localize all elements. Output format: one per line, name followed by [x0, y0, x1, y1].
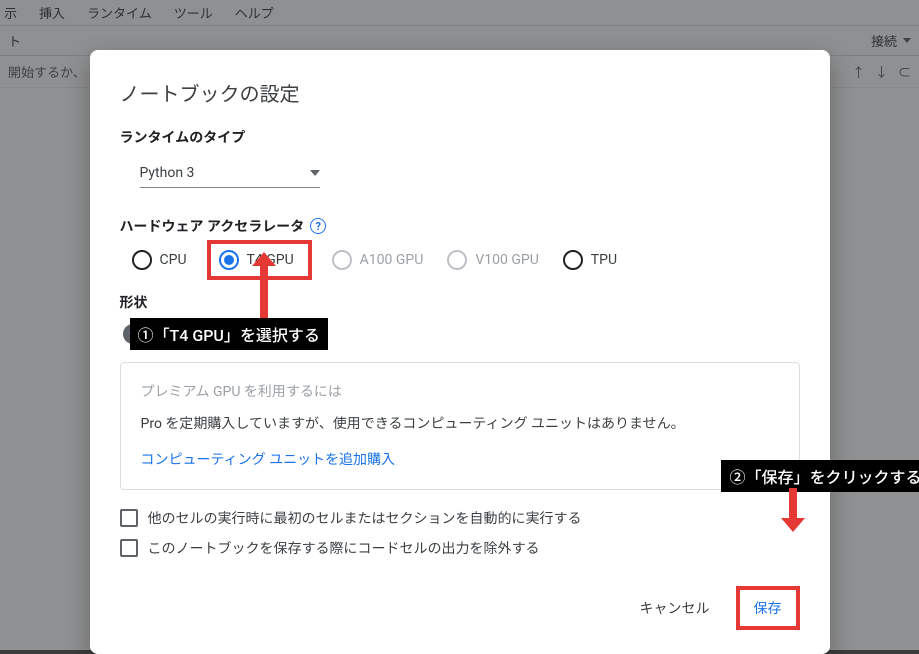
- radio-cpu[interactable]: CPU: [132, 250, 187, 270]
- dialog-title: ノートブックの設定: [120, 78, 800, 107]
- radio-icon: [219, 250, 239, 270]
- save-button[interactable]: 保存: [736, 586, 800, 630]
- checkbox-label: このノートブックを保存する際にコードセルの出力を除外する: [148, 538, 540, 558]
- chevron-down-icon: [310, 170, 320, 176]
- accelerator-radio-group: CPU T4 GPU A100 GPU V100 GPU TPU: [132, 250, 800, 270]
- premium-heading: プレミアム GPU を利用するには: [141, 381, 779, 401]
- checkbox-icon: [120, 539, 138, 557]
- buy-compute-units-link[interactable]: コンピューティング ユニットを追加購入: [141, 449, 779, 469]
- cancel-button[interactable]: キャンセル: [630, 590, 720, 626]
- omit-output-on-save-checkbox[interactable]: このノートブックを保存する際にコードセルの出力を除外する: [120, 538, 800, 558]
- radio-icon: [332, 250, 352, 270]
- runtime-type-select[interactable]: Python 3: [140, 159, 320, 188]
- radio-label: V100 GPU: [475, 252, 538, 268]
- help-icon[interactable]: ?: [310, 218, 326, 234]
- radio-icon: [132, 250, 152, 270]
- radio-a100-gpu: A100 GPU: [332, 250, 424, 270]
- radio-label: CPU: [160, 252, 187, 268]
- premium-gpu-info: プレミアム GPU を利用するには Pro を定期購入していますが、使用できるコ…: [120, 362, 800, 490]
- radio-icon: [563, 250, 583, 270]
- checkbox-icon: [120, 509, 138, 527]
- auto-run-first-cell-checkbox[interactable]: 他のセルの実行時に最初のセルまたはセクションを自動的に実行する: [120, 508, 800, 528]
- radio-tpu[interactable]: TPU: [563, 250, 617, 270]
- annotation-step1: ①「T4 GPU」を選択する: [130, 318, 328, 350]
- modal-overlay: ノートブックの設定 ランタイムのタイプ Python 3 ハードウェア アクセラ…: [0, 0, 919, 650]
- annotation-step2: ②「保存」をクリックする: [721, 460, 919, 492]
- radio-v100-gpu: V100 GPU: [447, 250, 538, 270]
- radio-label: A100 GPU: [360, 252, 424, 268]
- dialog-actions: キャンセル 保存: [120, 586, 800, 630]
- checkbox-label: 他のセルの実行時に最初のセルまたはセクションを自動的に実行する: [148, 508, 582, 528]
- radio-icon: [447, 250, 467, 270]
- runtime-type-value: Python 3: [140, 165, 195, 181]
- annotation-arrow-1: [260, 264, 268, 318]
- premium-body: Pro を定期購入していますが、使用できるコンピューティング ユニットはありませ…: [141, 413, 779, 433]
- radio-label: TPU: [591, 252, 617, 268]
- shape-label: 形状: [120, 292, 800, 312]
- accelerator-label: ハードウェア アクセラレータ: [120, 216, 305, 236]
- notebook-settings-dialog: ノートブックの設定 ランタイムのタイプ Python 3 ハードウェア アクセラ…: [90, 50, 830, 654]
- runtime-type-label: ランタイムのタイプ: [120, 127, 800, 147]
- annotation-arrow-2: [789, 488, 797, 520]
